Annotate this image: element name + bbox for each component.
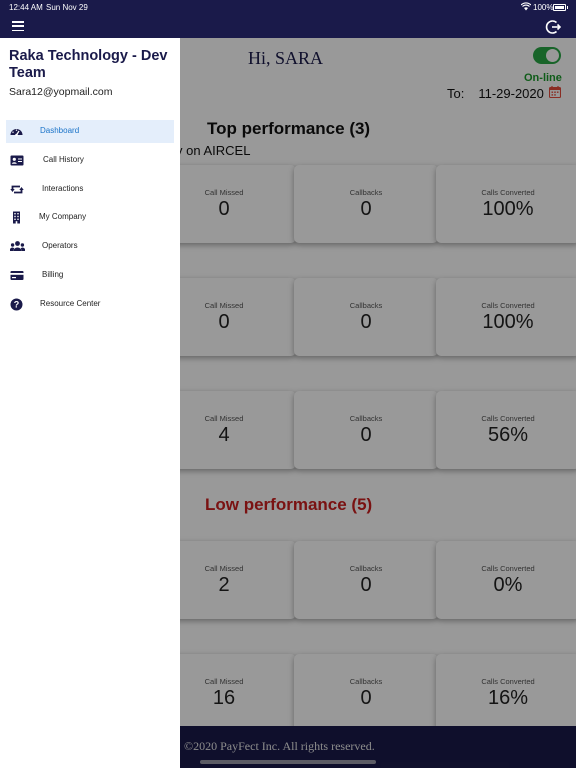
callbacks-card: Callbacks 0 — [294, 278, 438, 356]
battery-icon — [553, 4, 568, 11]
calls-converted-card: Calls Converted 56% — [436, 391, 576, 469]
calls-converted-card: Calls Converted 100% — [436, 278, 576, 356]
wifi-icon — [520, 2, 532, 13]
side-drawer: Raka Technology - Dev Team Sara12@yopmai… — [0, 38, 180, 768]
callbacks-value: 0 — [360, 311, 372, 333]
users-icon — [9, 240, 26, 253]
drawer-item-label: Resource Center — [40, 299, 101, 308]
date-filter-value[interactable]: 11-29-2020 — [478, 86, 544, 101]
copyright-text: ©2020 PayFect Inc. All rights reserved. — [184, 739, 375, 753]
calls-converted-value: 100% — [482, 198, 534, 220]
date-filter: To: 11-29-2020 — [447, 86, 544, 101]
date-filter-label: To: — [447, 86, 465, 101]
calls-converted-value: 100% — [482, 311, 534, 333]
credit-card-icon — [10, 269, 24, 282]
calls-converted-card: Calls Converted 100% — [436, 165, 576, 243]
drawer-item-label: Operators — [42, 241, 78, 250]
retweet-arrows-icon — [10, 183, 24, 196]
drawer-item-interactions[interactable]: Interactions — [6, 178, 174, 201]
calls-converted-card: Calls Converted 0% — [436, 541, 576, 619]
dashboard-gauge-icon — [10, 125, 23, 138]
drawer-item-label: My Company — [39, 212, 87, 221]
drawer-item-label: Interactions — [42, 184, 84, 193]
user-email: Sara12@yopmail.com — [9, 86, 113, 98]
callbacks-card: Callbacks 0 — [294, 541, 438, 619]
callbacks-value: 0 — [360, 198, 372, 220]
drawer-item-label: Dashboard — [40, 126, 80, 135]
home-indicator[interactable] — [200, 760, 376, 764]
calls-converted-value: 56% — [487, 424, 529, 446]
callbacks-card: Callbacks 0 — [294, 391, 438, 469]
drawer-item-my-company[interactable]: My Company — [6, 206, 174, 229]
top-nav-bar — [0, 14, 576, 38]
performance-subtitle: y on AIRCEL — [176, 143, 251, 158]
status-bar: 12:44 AM Sun Nov 29 100% — [0, 0, 576, 14]
drawer-item-call-history[interactable]: Call History — [6, 149, 174, 172]
calendar-icon[interactable] — [548, 85, 562, 99]
drawer-item-label: Call History — [43, 155, 84, 164]
battery-percent: 100% — [533, 3, 554, 12]
logout-icon[interactable] — [545, 19, 562, 35]
status-date: Sun Nov 29 — [46, 3, 88, 12]
callbacks-value: 0 — [360, 574, 372, 596]
callbacks-card: Callbacks 0 — [294, 165, 438, 243]
question-circle-icon: ? — [10, 298, 23, 311]
status-time: 12:44 AM — [9, 3, 43, 12]
calls-converted-card: Calls Converted 16% — [436, 654, 576, 732]
hamburger-menu-icon[interactable] — [12, 21, 24, 32]
calls-converted-value: 16% — [487, 687, 529, 709]
greeting: Hi, SARA — [248, 48, 324, 68]
drawer-item-operators[interactable]: Operators — [6, 235, 174, 258]
building-icon — [10, 211, 23, 224]
low-performance-heading: Low performance (5) — [205, 495, 373, 514]
calls-converted-value: 0% — [493, 574, 523, 596]
top-performance-heading: Top performance (3) — [207, 119, 371, 138]
online-status-label: On-line — [524, 72, 562, 84]
drawer-item-label: Billing — [42, 270, 64, 279]
drawer-item-dashboard[interactable]: Dashboard — [6, 120, 174, 143]
svg-text:?: ? — [14, 300, 20, 310]
callbacks-value: 0 — [360, 687, 372, 709]
online-toggle[interactable] — [533, 47, 561, 64]
callbacks-card: Callbacks 0 — [294, 654, 438, 732]
id-card-icon — [10, 154, 24, 167]
company-name: Raka Technology - Dev Team — [9, 48, 168, 81]
callbacks-value: 0 — [360, 424, 372, 446]
drawer-item-billing[interactable]: Billing — [6, 264, 174, 287]
drawer-item-resource-center[interactable]: ? Resource Center — [6, 293, 174, 316]
